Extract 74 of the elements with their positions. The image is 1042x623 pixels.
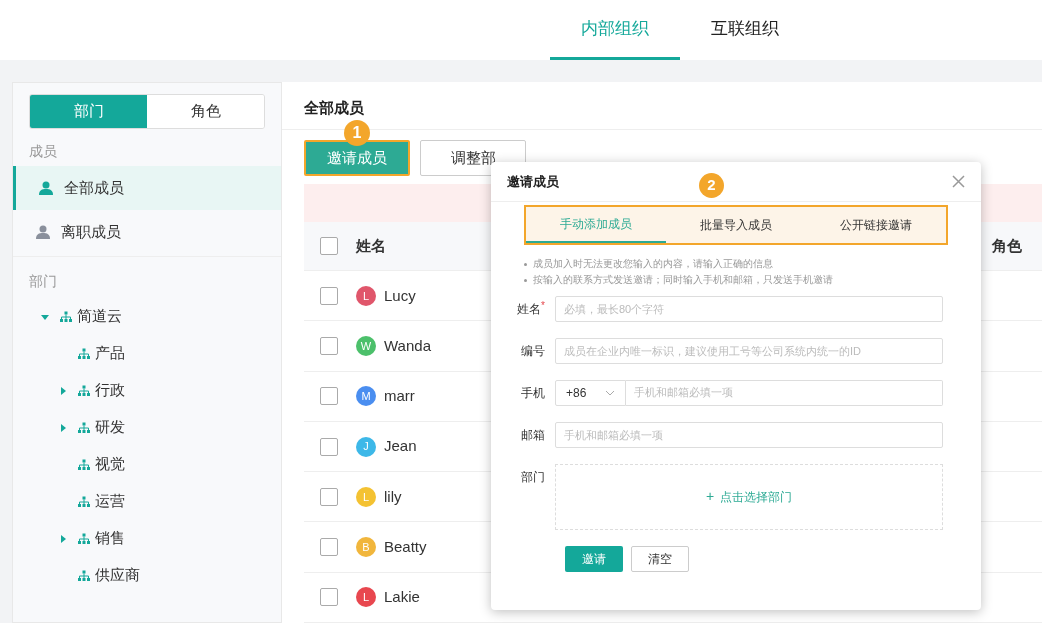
member-filter-item[interactable]: 全部成员 bbox=[13, 166, 281, 210]
avatar: L bbox=[356, 587, 376, 608]
member-name: marr bbox=[384, 386, 415, 407]
department-name[interactable]: 研发 bbox=[95, 416, 125, 439]
member-filter-label: 全部成员 bbox=[64, 177, 124, 198]
hint-text: 按输入的联系方式发送邀请；同时输入手机和邮箱，只发送手机邀请 bbox=[533, 273, 833, 288]
member-name: Beatty bbox=[384, 536, 427, 557]
field-label: 邮箱 bbox=[521, 426, 545, 444]
caret-icon[interactable] bbox=[59, 386, 67, 395]
person-icon bbox=[38, 180, 54, 196]
text-field[interactable]: 必填，最长80个字符 bbox=[555, 295, 943, 322]
member-name: Lucy bbox=[384, 285, 416, 306]
department-name[interactable]: 简道云 bbox=[77, 305, 122, 328]
step-badge: 2 bbox=[699, 173, 724, 198]
department-name[interactable]: 销售 bbox=[95, 527, 125, 550]
column-header: 角色 bbox=[992, 235, 1022, 256]
plus-icon: + bbox=[705, 486, 715, 507]
required-mark: * bbox=[541, 298, 545, 311]
picker-label: 点击选择部门 bbox=[720, 488, 793, 506]
caret-icon[interactable] bbox=[59, 423, 67, 432]
department-name[interactable]: 产品 bbox=[95, 342, 125, 365]
section-heading: 成员 bbox=[29, 142, 58, 161]
avatar: L bbox=[356, 486, 376, 507]
person-icon bbox=[35, 224, 51, 240]
department-name[interactable]: 视觉 bbox=[95, 453, 125, 476]
org-tab[interactable]: 互联组织 bbox=[680, 0, 810, 60]
caret-icon[interactable] bbox=[41, 312, 49, 321]
checkbox[interactable] bbox=[320, 286, 338, 305]
member-filter-label: 离职成员 bbox=[61, 221, 121, 242]
department-name[interactable]: 行政 bbox=[95, 379, 125, 402]
field-label: 编号 bbox=[521, 342, 545, 360]
field-label: 手机 bbox=[521, 384, 545, 402]
avatar: M bbox=[356, 386, 376, 407]
page-title: 全部成员 bbox=[304, 97, 364, 118]
org-chart-icon bbox=[78, 384, 90, 397]
org-chart-icon bbox=[60, 310, 72, 323]
avatar: W bbox=[356, 336, 376, 356]
field-label: 姓名 bbox=[517, 300, 542, 318]
member-filter-item[interactable]: 离职成员 bbox=[13, 210, 281, 254]
department-name[interactable]: 供应商 bbox=[95, 564, 140, 587]
checkbox[interactable] bbox=[320, 487, 338, 506]
checkbox[interactable] bbox=[320, 538, 338, 557]
member-name: Wanda bbox=[384, 335, 431, 356]
org-chart-icon bbox=[78, 495, 90, 508]
dialog-tab[interactable]: 批量导入成员 bbox=[666, 207, 806, 243]
checkbox[interactable] bbox=[320, 437, 338, 456]
step-badge: 1 bbox=[344, 120, 370, 146]
country-code-dropdown[interactable]: +86 bbox=[555, 379, 626, 406]
hint-text: 成员加入时无法更改您输入的内容，请输入正确的信息 bbox=[533, 257, 773, 271]
sidebar-switch-tab[interactable]: 角色 bbox=[147, 95, 264, 128]
department-name[interactable]: 运营 bbox=[95, 490, 125, 513]
avatar: J bbox=[356, 436, 376, 457]
chevron-down-icon bbox=[605, 389, 615, 396]
org-chart-icon bbox=[78, 421, 90, 434]
org-chart-icon bbox=[78, 569, 90, 582]
avatar: L bbox=[356, 285, 376, 306]
member-name: Lakie bbox=[384, 587, 420, 608]
section-heading: 部门 bbox=[29, 272, 58, 291]
avatar: B bbox=[356, 537, 376, 558]
close-icon[interactable] bbox=[952, 175, 965, 188]
checkbox[interactable] bbox=[320, 337, 338, 355]
checkbox[interactable] bbox=[320, 588, 338, 607]
checkbox[interactable] bbox=[320, 237, 338, 255]
org-chart-icon bbox=[78, 532, 90, 545]
org-chart-icon bbox=[78, 458, 90, 471]
dialog-tab[interactable]: 公开链接邀请 bbox=[806, 207, 946, 243]
dialog-button[interactable]: 清空 bbox=[631, 545, 689, 572]
org-chart-icon bbox=[78, 347, 90, 360]
caret-icon[interactable] bbox=[59, 534, 67, 543]
field-label: 部门 bbox=[521, 468, 545, 486]
column-header: 姓名 bbox=[356, 235, 387, 256]
checkbox[interactable] bbox=[320, 387, 338, 406]
member-name: Jean bbox=[384, 436, 417, 457]
member-name: lily bbox=[384, 486, 402, 507]
